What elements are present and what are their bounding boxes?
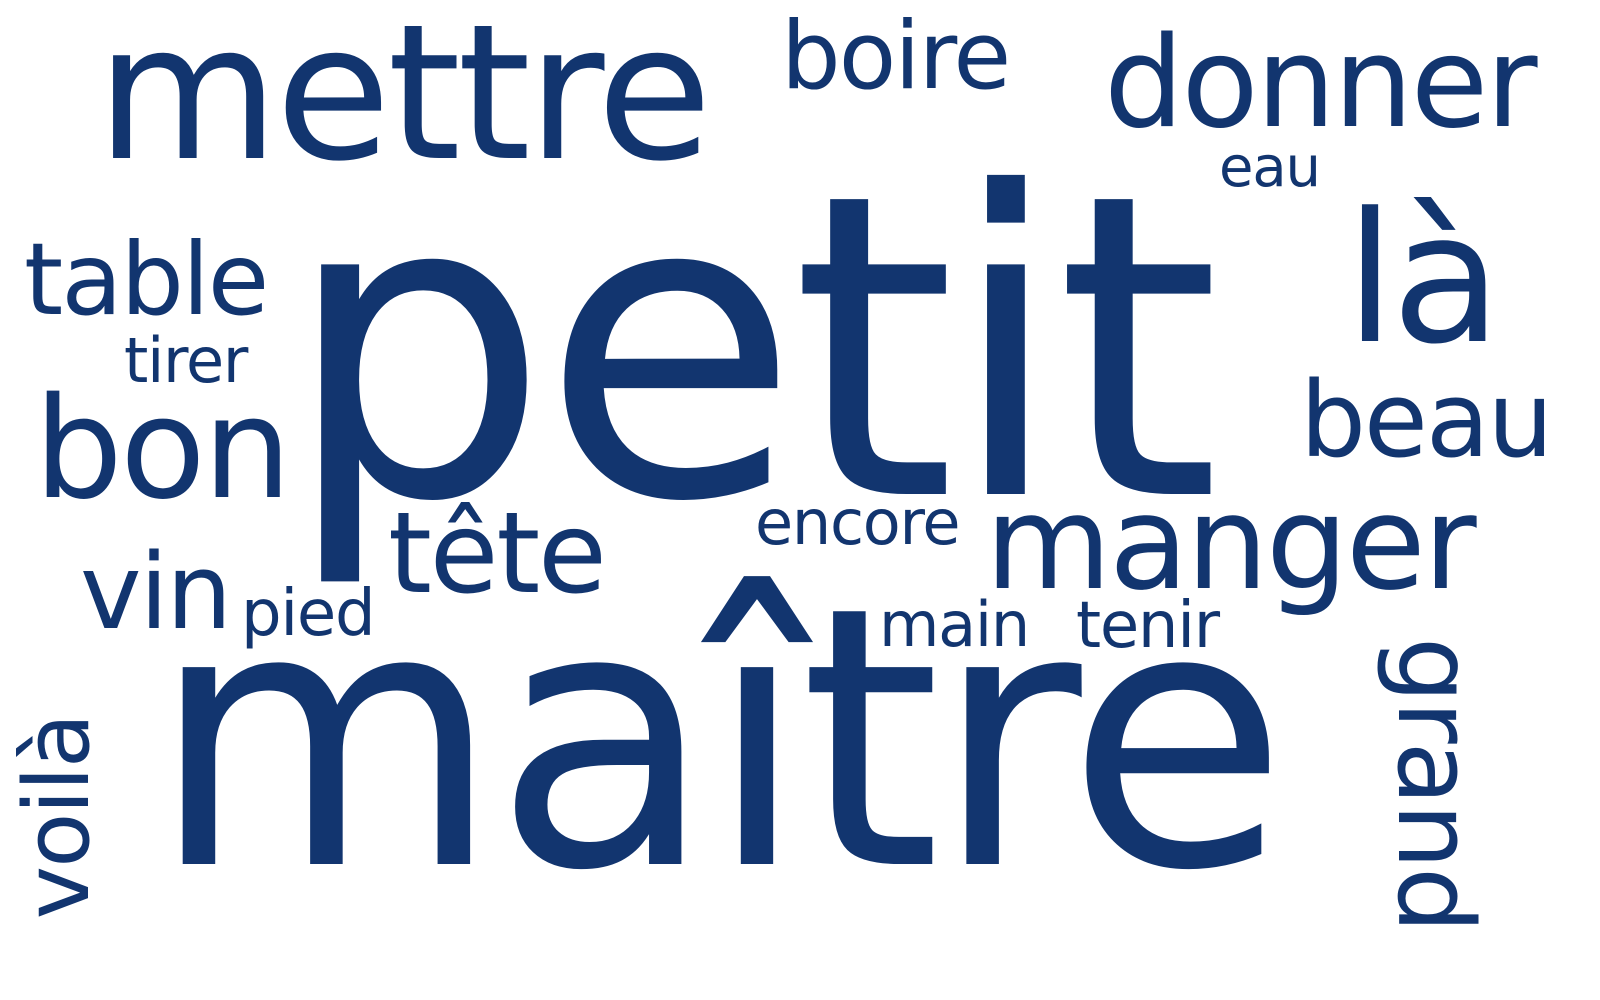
word-beau: beau [1300, 359, 1553, 481]
word-bon: bon [34, 368, 292, 531]
word-cloud: mettre boire donner eau petit là table t… [0, 0, 1600, 1000]
word-la: là [1345, 175, 1502, 384]
word-eau: eau [1219, 135, 1321, 200]
word-table: table [24, 221, 269, 338]
word-voila: voilà [5, 714, 110, 920]
word-grand: grand [1374, 636, 1496, 932]
word-boire: boire [781, 2, 1011, 111]
word-maitre: maître [150, 530, 1288, 949]
